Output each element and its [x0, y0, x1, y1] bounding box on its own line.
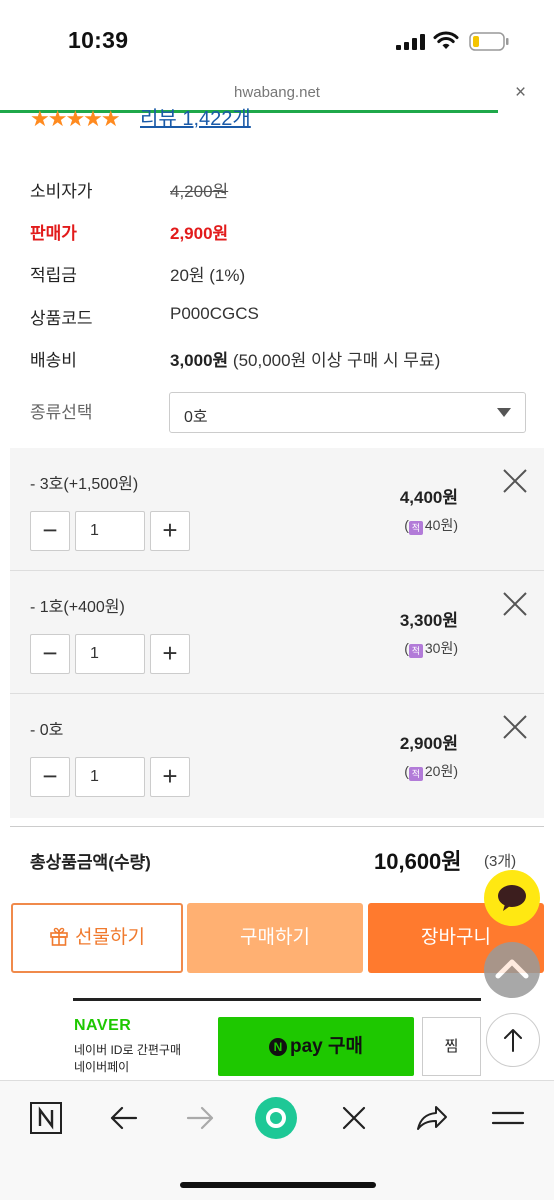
review-count-link[interactable]: 리뷰 1,422개 [140, 108, 251, 130]
option-row: - 0호 − 1 + 2,900원 (적 20원) [10, 694, 544, 817]
wishlist-button[interactable]: 찜 [422, 1017, 481, 1076]
option-points-value: 40원 [424, 517, 454, 533]
type-select[interactable]: 0호 [169, 392, 526, 433]
quantity-plus-button[interactable]: + [150, 757, 190, 797]
option-points: (적 20원) [404, 763, 458, 781]
back-arrow-icon[interactable] [104, 1098, 144, 1138]
total-label: 총상품금액(수량) [30, 853, 151, 872]
points-icon: 적 [408, 521, 423, 535]
quantity-input[interactable]: 1 [75, 511, 145, 551]
option-row: - 1호(+400원) − 1 + 3,300원 (적 30원) [10, 571, 544, 694]
shipping-free-note: (50,000원 이상 구매 시 무료) [232, 351, 441, 370]
option-name: - 1호(+400원) [30, 599, 125, 616]
kakaotalk-chat-button[interactable] [484, 870, 540, 926]
battery-low-icon [469, 32, 509, 51]
product-code-label: 상품코드 [30, 309, 93, 328]
option-points: (적 40원) [404, 517, 458, 535]
forward-arrow-icon[interactable] [180, 1098, 220, 1138]
sale-price-value: 2,900원 [170, 224, 229, 243]
option-price: 4,400원 [399, 488, 458, 507]
gift-icon [50, 927, 68, 946]
remove-option-icon[interactable] [502, 468, 528, 494]
green-dot-icon[interactable] [254, 1096, 298, 1140]
retail-price-label: 소비자가 [30, 182, 93, 201]
points-icon: 적 [408, 644, 423, 658]
scroll-up-button[interactable] [484, 942, 540, 998]
shipping-value: 3,000원 (50,000원 이상 구매 시 무료) [170, 346, 440, 371]
points-label: 적립금 [30, 266, 77, 285]
cellular-signal-icon [396, 34, 425, 50]
selected-options: - 3호(+1,500원) − 1 + 4,400원 (적 40원) - 1호(+… [10, 448, 544, 818]
quantity-minus-button[interactable]: − [30, 511, 70, 551]
naverpay-n-icon: N [269, 1038, 287, 1056]
quantity-input[interactable]: 1 [75, 634, 145, 674]
total-value: 10,600원 [374, 849, 462, 874]
option-points: (적 30원) [404, 640, 458, 658]
option-name: - 3호(+1,500원) [30, 476, 139, 493]
divider [10, 826, 544, 827]
product-code-value: P000CGCS [170, 304, 259, 323]
share-icon[interactable] [412, 1098, 452, 1138]
shipping-fee: 3,000원 [170, 351, 229, 370]
gift-button-label: 선물하기 [75, 927, 145, 948]
quantity-minus-button[interactable]: − [30, 757, 70, 797]
quantity-input[interactable]: 1 [75, 757, 145, 797]
close-icon[interactable]: × [515, 83, 526, 103]
points-icon: 적 [408, 767, 423, 781]
url-bar[interactable]: hwabang.net [0, 84, 554, 101]
naverpay-divider [73, 998, 481, 1001]
option-points-value: 30원 [424, 640, 454, 656]
chevron-up-icon [495, 959, 529, 979]
wifi-icon [433, 31, 459, 49]
scroll-top-button[interactable] [486, 1013, 540, 1067]
points-value: 20원 (1%) [170, 266, 246, 285]
arrow-up-icon [504, 1029, 522, 1052]
option-price: 3,300원 [399, 611, 458, 630]
option-price: 2,900원 [399, 734, 458, 753]
total-count: (3개) [484, 853, 517, 870]
gift-button[interactable]: 선물하기 [11, 903, 183, 973]
naver-logo: NAVER [74, 1017, 132, 1034]
quantity-plus-button[interactable]: + [150, 511, 190, 551]
home-indicator [180, 1182, 376, 1188]
option-row: - 3호(+1,500원) − 1 + 4,400원 (적 40원) [10, 448, 544, 571]
shipping-label: 배송비 [30, 351, 77, 370]
status-time: 10:39 [68, 27, 129, 53]
sale-price-label: 판매가 [30, 224, 77, 243]
remove-option-icon[interactable] [502, 591, 528, 617]
naverpay-buy-button[interactable]: Npay 구매 [218, 1017, 414, 1076]
chevron-down-icon [497, 408, 511, 417]
naverpay-buy-label: pay 구매 [290, 1036, 363, 1057]
quantity-plus-button[interactable]: + [150, 634, 190, 674]
retail-price-value: 4,200원 [170, 182, 229, 201]
naverpay-desc-2: 네이버페이 [74, 1060, 130, 1074]
chat-bubble-icon [498, 885, 526, 911]
buy-button[interactable]: 구매하기 [187, 903, 363, 973]
option-points-value: 20원 [424, 763, 454, 779]
option-name: - 0호 [30, 722, 64, 739]
naver-home-icon[interactable] [26, 1098, 66, 1138]
menu-icon[interactable] [488, 1098, 528, 1138]
close-tab-icon[interactable] [334, 1098, 374, 1138]
type-select-value: 0호 [184, 409, 208, 426]
naverpay-desc-1: 네이버 ID로 간편구매 [74, 1043, 181, 1057]
type-select-label: 종류선택 [30, 403, 93, 422]
rating-stars: ★★★★★ [30, 108, 119, 130]
remove-option-icon[interactable] [502, 714, 528, 740]
quantity-minus-button[interactable]: − [30, 634, 70, 674]
